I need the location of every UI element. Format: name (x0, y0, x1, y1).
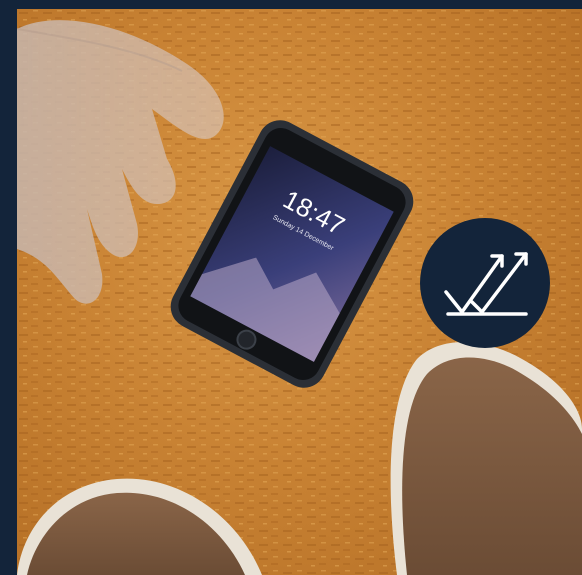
image-frame: 18:47 Sunday 14 December (0, 0, 582, 575)
double-checkmark-rising-arrows-icon (420, 218, 550, 348)
